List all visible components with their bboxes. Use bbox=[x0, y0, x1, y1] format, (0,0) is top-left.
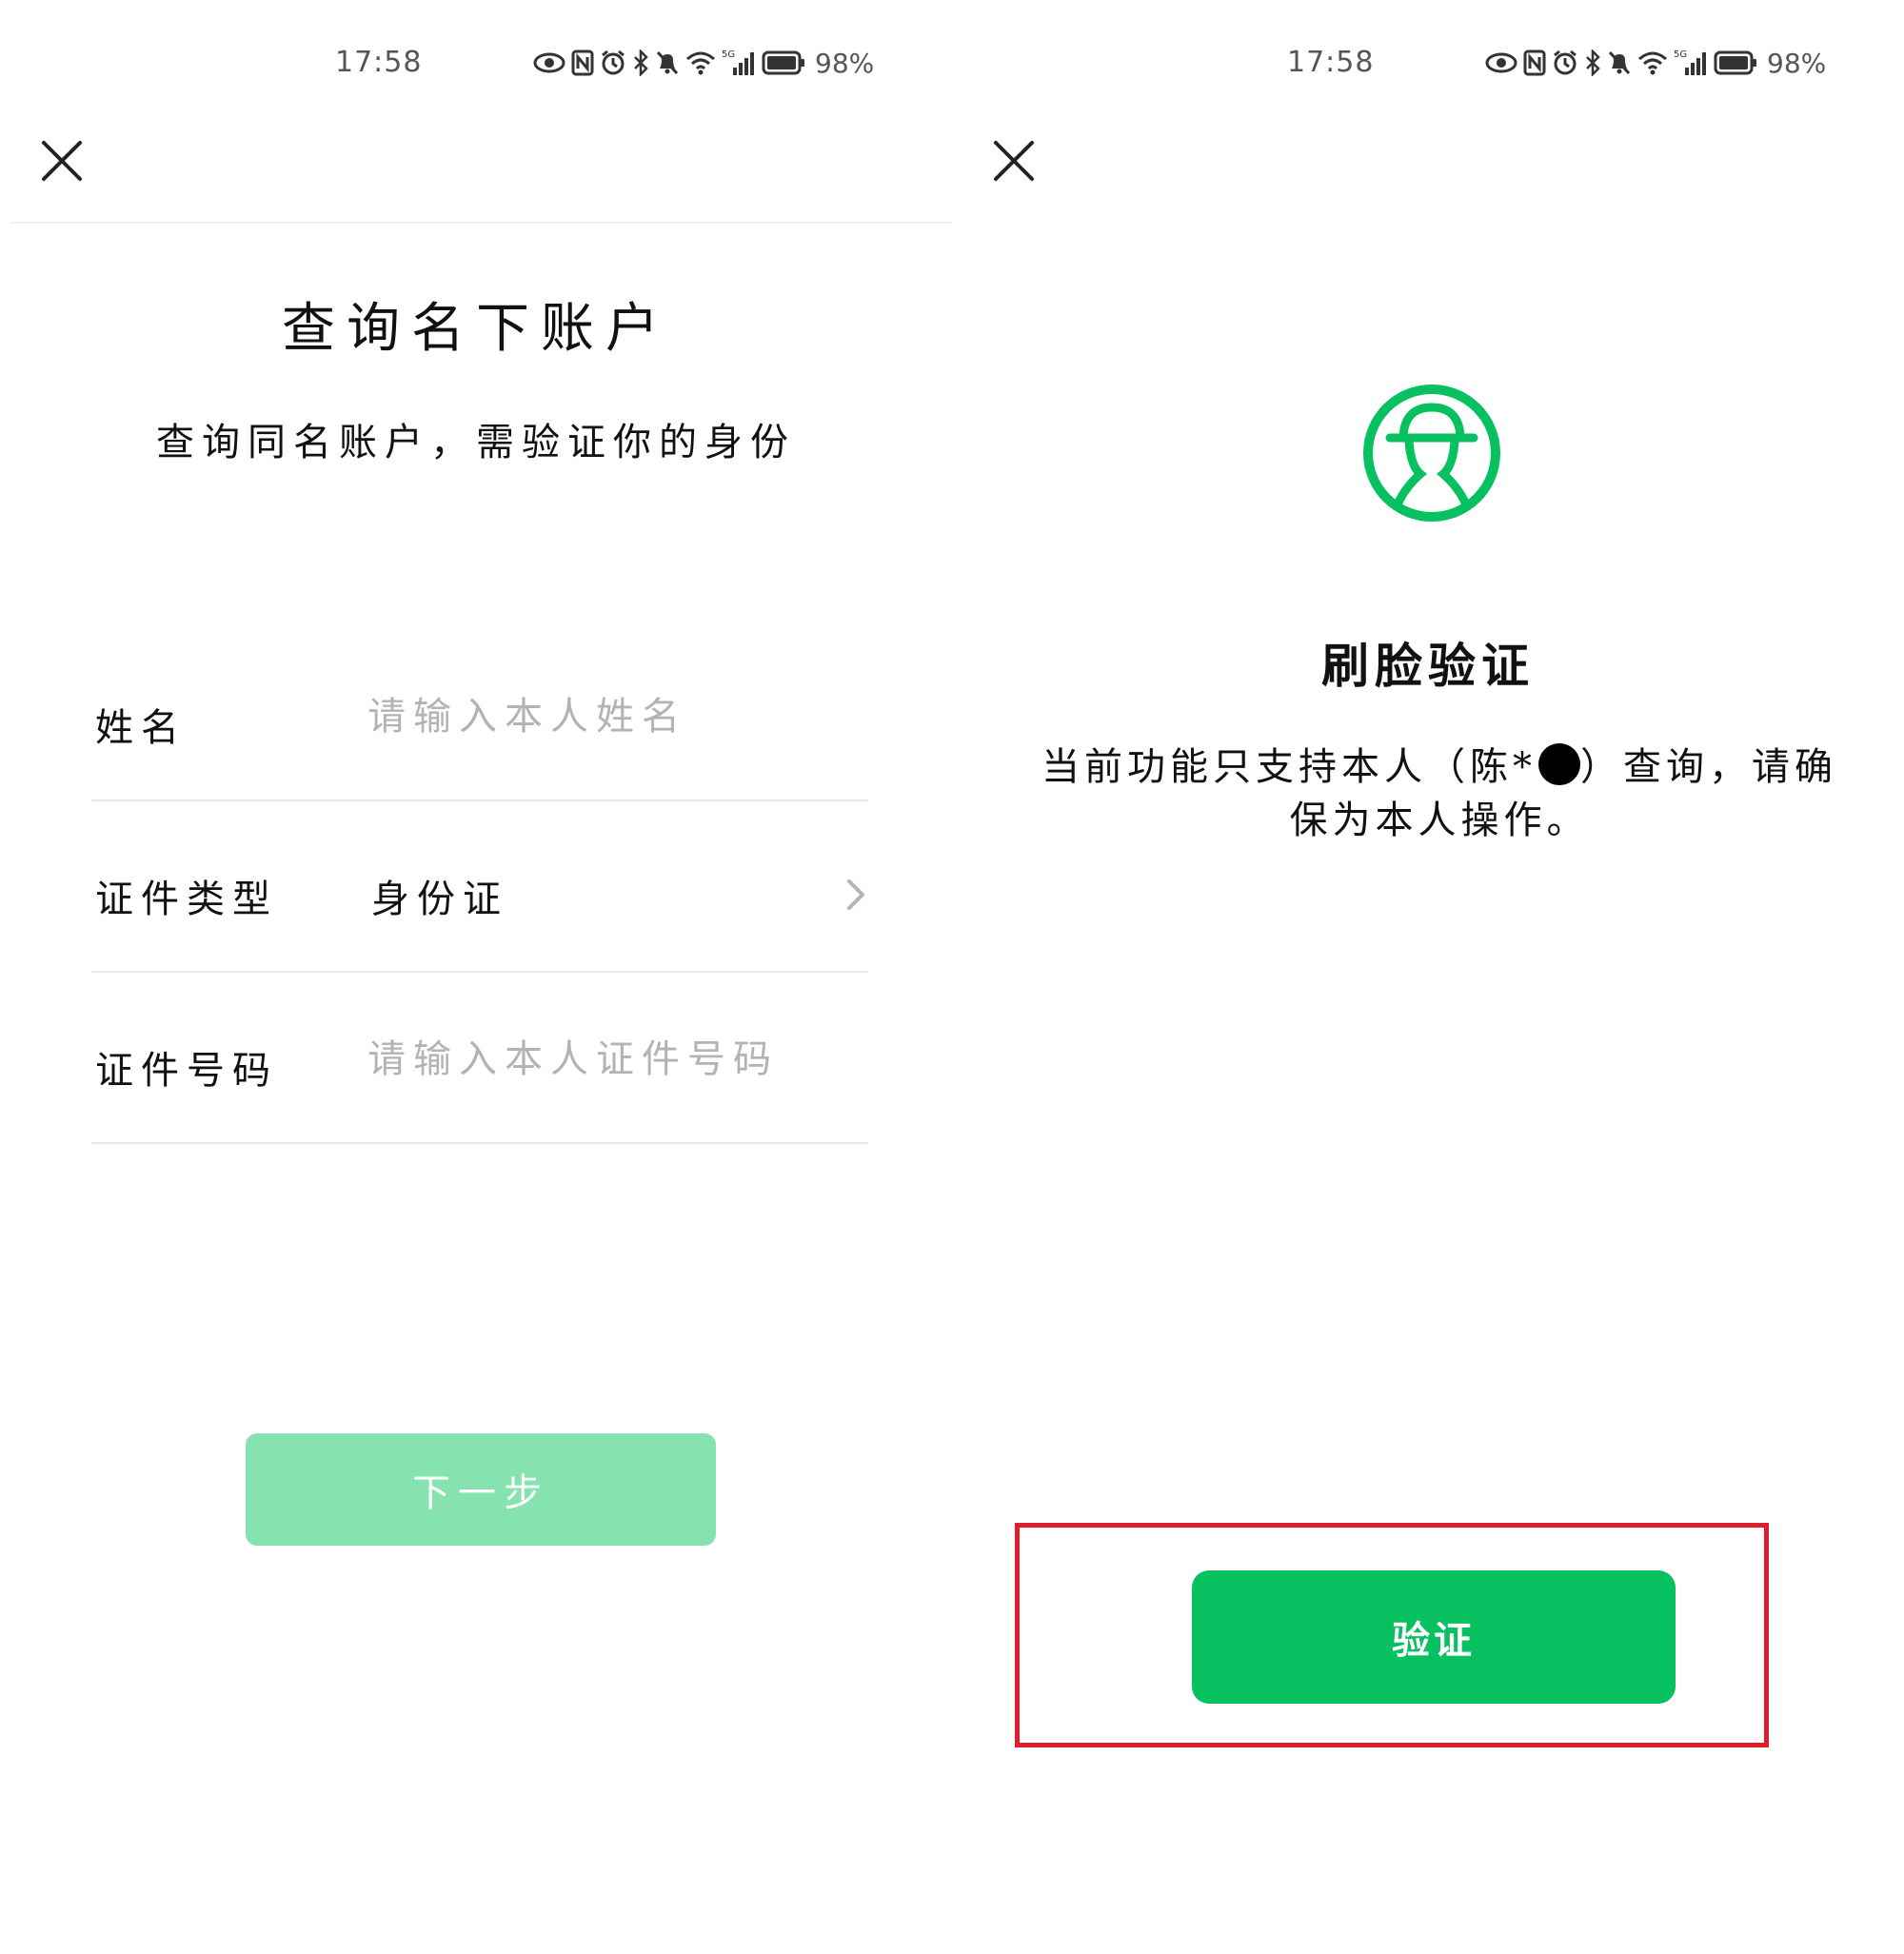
wifi-icon bbox=[685, 50, 716, 75]
alarm-icon bbox=[600, 49, 626, 76]
status-time: 17:58 bbox=[335, 46, 423, 79]
face-verification-screen: 17:58 5G 98% 刷脸验证 当前功能只支持本人（陈* ）查询，请确保为本… bbox=[952, 0, 1904, 1954]
svg-text:5G: 5G bbox=[722, 49, 735, 60]
battery-icon bbox=[1714, 50, 1757, 75]
signal-icon: 5G bbox=[1674, 49, 1708, 77]
status-time: 17:58 bbox=[1287, 46, 1375, 79]
close-icon bbox=[994, 141, 1034, 181]
battery-percent: 98% bbox=[1767, 47, 1827, 79]
status-icons: 5G 98% bbox=[533, 42, 874, 84]
screenshot-stage: 17:58 5G 98% 查询名下账户 查询同名账户，需验证你的身份 姓名 请输… bbox=[0, 0, 1904, 1954]
redaction-mark bbox=[1538, 743, 1580, 785]
bell-muted-icon bbox=[1607, 49, 1632, 76]
id-number-row: 证件号码 bbox=[91, 971, 868, 1144]
nfc-icon bbox=[571, 49, 594, 76]
eye-icon bbox=[1485, 51, 1517, 74]
battery-percent: 98% bbox=[815, 47, 875, 79]
id-type-value: 身份证 bbox=[371, 878, 508, 921]
status-icons: 5G 98% bbox=[1485, 42, 1826, 84]
next-step-button[interactable]: 下一步 bbox=[246, 1433, 716, 1546]
bluetooth-icon bbox=[1584, 49, 1601, 76]
close-button[interactable] bbox=[36, 135, 88, 187]
status-bar: 17:58 5G 98% bbox=[0, 36, 952, 93]
chevron-right-icon bbox=[847, 879, 864, 910]
name-input[interactable] bbox=[367, 683, 824, 750]
svg-text:5G: 5G bbox=[1674, 49, 1687, 60]
status-bar: 17:58 5G 98% bbox=[952, 36, 1904, 93]
wifi-icon bbox=[1637, 50, 1668, 75]
battery-icon bbox=[762, 50, 805, 75]
verify-notice: 当前功能只支持本人（陈* ）查询，请确保为本人操作。 bbox=[1032, 740, 1847, 847]
verify-button[interactable]: 验证 bbox=[1192, 1570, 1676, 1704]
bell-muted-icon bbox=[655, 49, 680, 76]
id-number-label: 证件号码 bbox=[95, 1049, 278, 1093]
id-number-input[interactable] bbox=[367, 1026, 824, 1093]
close-icon bbox=[42, 141, 82, 181]
page-title: 查询名下账户 bbox=[282, 298, 670, 360]
nfc-icon bbox=[1523, 49, 1546, 76]
face-recognition-icon bbox=[1363, 385, 1500, 522]
close-button[interactable] bbox=[988, 135, 1040, 187]
header-divider bbox=[10, 222, 952, 224]
alarm-icon bbox=[1552, 49, 1578, 76]
query-accounts-screen: 17:58 5G 98% 查询名下账户 查询同名账户，需验证你的身份 姓名 请输… bbox=[0, 0, 952, 1954]
verify-title: 刷脸验证 bbox=[1321, 638, 1535, 694]
page-subtitle: 查询同名账户，需验证你的身份 bbox=[156, 421, 796, 464]
notice-prefix: 当前功能只支持本人（陈* bbox=[1041, 745, 1537, 789]
id-type-row[interactable]: 证件类型 身份证 bbox=[91, 799, 868, 973]
signal-icon: 5G bbox=[722, 49, 756, 77]
bluetooth-icon bbox=[632, 49, 649, 76]
eye-icon bbox=[533, 51, 565, 74]
id-type-label: 证件类型 bbox=[95, 878, 278, 921]
name-row: 姓名 bbox=[91, 628, 868, 801]
name-label: 姓名 bbox=[95, 706, 187, 750]
